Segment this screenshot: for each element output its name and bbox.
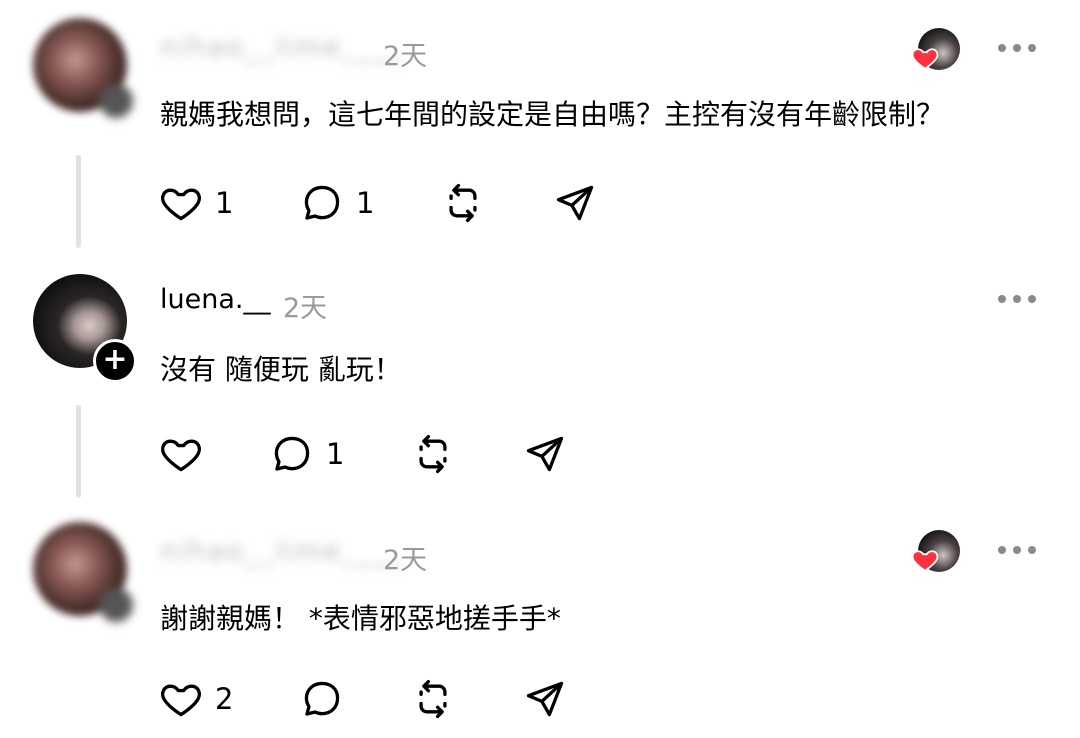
thread-line	[76, 405, 81, 498]
avatar-badge	[99, 588, 133, 622]
repost-button[interactable]	[411, 432, 455, 476]
repost-button[interactable]	[411, 677, 455, 721]
share-button[interactable]	[553, 181, 597, 225]
speech-bubble-icon	[274, 436, 310, 471]
share-button[interactable]	[523, 432, 567, 476]
reply-button[interactable]	[300, 677, 344, 721]
reply-count: 1	[356, 186, 375, 220]
heart-outline-icon	[161, 684, 201, 717]
like-button[interactable]: 1	[159, 181, 249, 225]
comment-text: 親媽我想問，這七年間的設定是自由嗎？主控有沒有年齡限制？	[160, 98, 945, 131]
timestamp: 2天	[283, 293, 328, 324]
speech-bubble-icon	[304, 185, 340, 220]
heart-outline-icon	[161, 188, 201, 221]
like-count: 2	[215, 682, 234, 716]
username[interactable]: nihao__lime____	[160, 32, 404, 63]
repost-button[interactable]	[441, 181, 485, 225]
avatar[interactable]: +	[33, 274, 137, 383]
timestamp: 2天	[383, 41, 428, 72]
comment-text: 沒有 隨便玩 亂玩！	[160, 353, 402, 386]
reply-button[interactable]: 1	[300, 181, 390, 225]
more-dots-icon[interactable]	[996, 544, 1038, 556]
paper-plane-icon	[526, 681, 564, 717]
author-liked-avatar	[911, 28, 960, 70]
reply-count: 1	[326, 437, 345, 471]
username[interactable]: nihao__lime____	[160, 536, 404, 567]
like-button[interactable]	[159, 432, 203, 476]
author-liked-avatar	[911, 530, 960, 572]
like-button[interactable]: 2	[159, 677, 249, 721]
heart-outline-icon	[161, 439, 201, 472]
thread-line	[76, 155, 81, 248]
speech-bubble-icon	[304, 681, 340, 716]
avatar[interactable]	[33, 522, 133, 622]
avatar-badge	[99, 84, 133, 118]
like-count: 1	[215, 186, 234, 220]
avatar[interactable]	[33, 18, 133, 118]
plus-icon: +	[102, 342, 128, 377]
red-heart-icon	[911, 550, 939, 572]
timestamp: 2天	[383, 545, 428, 576]
username[interactable]: luena.__	[160, 284, 270, 315]
more-dots-icon[interactable]	[996, 293, 1038, 305]
follow-button[interactable]: +	[93, 339, 137, 383]
comment-text: 謝謝親媽！ *表情邪惡地搓手手*	[160, 602, 561, 635]
repost-arrows-icon	[449, 183, 477, 223]
paper-plane-icon	[556, 185, 594, 221]
paper-plane-icon	[526, 436, 564, 472]
red-heart-icon	[911, 48, 939, 70]
share-button[interactable]	[523, 677, 567, 721]
reply-button[interactable]: 1	[270, 432, 360, 476]
more-dots-icon[interactable]	[996, 42, 1038, 54]
repost-arrows-icon	[419, 434, 447, 474]
repost-arrows-icon	[419, 679, 447, 719]
